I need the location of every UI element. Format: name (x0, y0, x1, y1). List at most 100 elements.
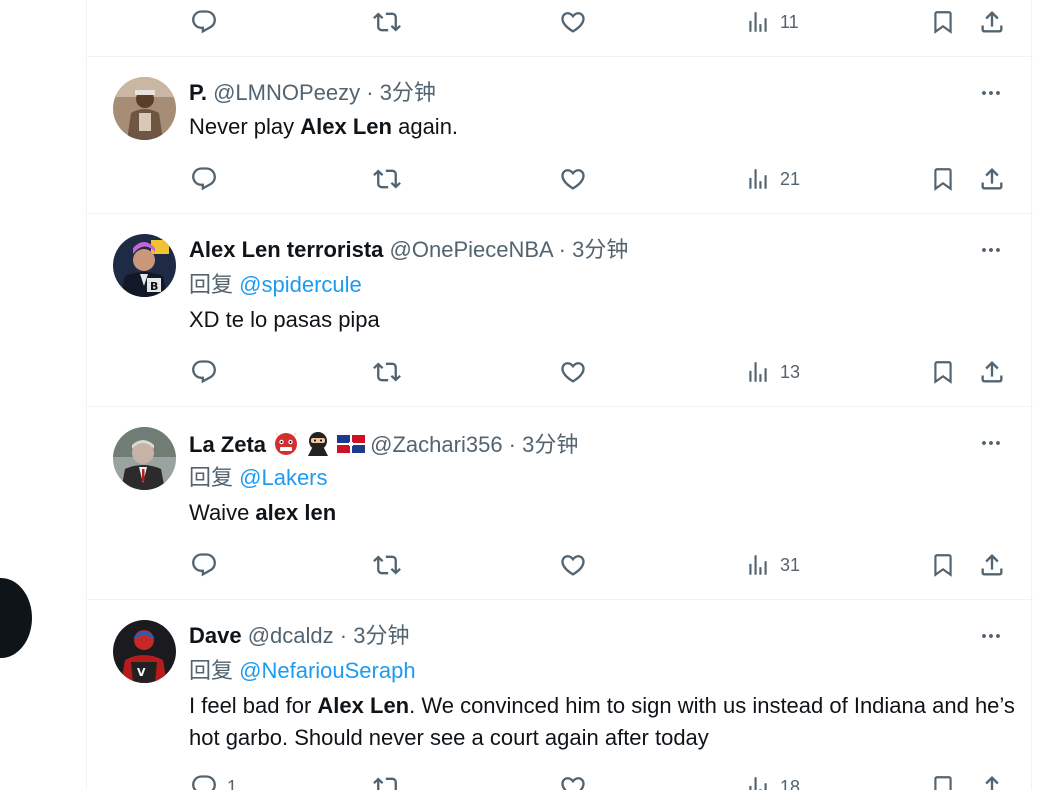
avatar[interactable]: V (113, 620, 176, 683)
tweet-header: La Zeta @Zachari356 · 3分钟 (189, 430, 578, 458)
reply-icon (190, 551, 218, 579)
more-dots-icon[interactable] (979, 431, 1003, 455)
text-bold: Alex Len (300, 114, 392, 139)
user-handle[interactable]: @Zachari356 (370, 432, 502, 457)
reply-to-handle[interactable]: @NefariouSeraph (239, 658, 415, 683)
tweet-time[interactable]: 3分钟 (572, 237, 628, 262)
retweet-icon (373, 165, 401, 193)
svg-text:V: V (137, 666, 146, 679)
share-button[interactable] (978, 772, 1006, 790)
user-handle[interactable]: @OnePieceNBA (390, 237, 553, 262)
tweet-text: I feel bad for Alex Len. We convinced hi… (189, 690, 1019, 754)
user-handle[interactable]: @LMNOPeezy (213, 80, 360, 105)
share-icon (978, 358, 1006, 386)
display-name[interactable]: Alex Len terrorista (189, 237, 383, 262)
share-button[interactable] (978, 7, 1006, 37)
bookmark-icon (930, 359, 956, 385)
views-chart-icon (745, 359, 771, 385)
views-chart-icon (745, 166, 771, 192)
views-count: 18 (780, 776, 801, 790)
views-button[interactable]: 31 (745, 550, 800, 580)
display-name[interactable]: Dave (189, 623, 242, 648)
bookmark-icon (930, 552, 956, 578)
reply-icon (190, 165, 218, 193)
reply-button[interactable]: 1 (190, 772, 237, 790)
like-button[interactable] (559, 7, 587, 37)
text-part: again. (391, 114, 459, 139)
more-dots-icon[interactable] (979, 238, 1003, 262)
tweet-text: XD te lo pasas pipa (189, 307, 380, 332)
tweet-4[interactable]: V Dave @dcaldz · 3分钟 回复 @NefariouSeraph … (87, 600, 1033, 790)
tweet-header: P. @LMNOPeezy · 3分钟 (189, 80, 436, 106)
bookmark-button[interactable] (930, 164, 956, 194)
reply-button[interactable] (190, 357, 218, 387)
reply-icon (190, 358, 218, 386)
retweet-icon (373, 551, 401, 579)
heart-icon (559, 358, 587, 386)
tweet-actions: 11 (87, 7, 1033, 37)
tweet-2[interactable]: B Alex Len terrorista @OnePieceNBA · 3分钟… (87, 214, 1033, 407)
tweet-time[interactable]: 3分钟 (380, 80, 436, 105)
share-button[interactable] (978, 164, 1006, 194)
tweet-1[interactable]: P. @LMNOPeezy · 3分钟 Never play Alex Len … (87, 57, 1033, 214)
retweet-button[interactable] (373, 357, 401, 387)
tweet-time[interactable]: 3分钟 (522, 432, 578, 457)
bookmark-icon (930, 774, 956, 790)
like-button[interactable] (559, 164, 587, 194)
more-dots-icon[interactable] (979, 81, 1003, 105)
views-button[interactable]: 11 (745, 7, 799, 37)
views-button[interactable]: 18 (745, 772, 800, 790)
like-button[interactable] (559, 550, 587, 580)
like-button[interactable] (559, 357, 587, 387)
tweet-time[interactable]: 3分钟 (353, 623, 409, 648)
reply-to-handle[interactable]: @Lakers (239, 465, 327, 490)
heart-icon (559, 165, 587, 193)
tweet-actions: 13 (87, 357, 1033, 387)
retweet-button[interactable] (373, 550, 401, 580)
reply-prefix: 回复 (189, 658, 234, 683)
reply-prefix: 回复 (189, 465, 234, 490)
bookmark-icon (930, 166, 956, 192)
display-name[interactable]: P. (189, 80, 207, 105)
retweet-icon (373, 773, 401, 790)
retweet-button[interactable] (373, 164, 401, 194)
ninja-emoji-icon (308, 432, 329, 456)
separator: · (552, 237, 573, 262)
tweet-actions: 21 (87, 164, 1033, 194)
views-button[interactable]: 21 (745, 164, 800, 194)
share-button[interactable] (978, 357, 1006, 387)
reply-button[interactable] (190, 7, 218, 37)
views-chart-icon (745, 552, 771, 578)
reply-prefix: 回复 (189, 272, 234, 297)
avatar[interactable] (113, 77, 176, 140)
reply-to-handle[interactable]: @spidercule (239, 272, 362, 297)
tweet-0[interactable]: 11 (87, 0, 1033, 57)
views-count: 21 (780, 168, 801, 189)
retweet-button[interactable] (373, 7, 401, 37)
like-button[interactable] (559, 772, 587, 790)
tweet-text: Never play Alex Len again. (189, 111, 1019, 143)
text-part: Never play (189, 114, 301, 139)
reply-button[interactable] (190, 164, 218, 194)
bookmark-button[interactable] (930, 772, 956, 790)
heart-icon (559, 551, 587, 579)
avatar[interactable] (113, 427, 176, 490)
bookmark-button[interactable] (930, 357, 956, 387)
timeline-feed: 11 P. @LMNOPeezy · 3分钟 Never play Alex L… (86, 0, 1033, 790)
retweet-button[interactable] (373, 772, 401, 790)
tweet-3[interactable]: La Zeta @Zachari356 · 3分钟 回复 @Lakers Wai… (87, 407, 1033, 600)
bookmark-button[interactable] (930, 550, 956, 580)
views-chart-icon (745, 9, 771, 35)
reply-button[interactable] (190, 550, 218, 580)
avatar[interactable]: B (113, 234, 176, 297)
retweet-icon (373, 8, 401, 36)
bookmark-button[interactable] (930, 7, 956, 37)
views-button[interactable]: 13 (745, 357, 800, 387)
views-count: 31 (780, 554, 801, 575)
share-button[interactable] (978, 550, 1006, 580)
more-dots-icon[interactable] (979, 624, 1003, 648)
views-chart-icon (745, 774, 771, 790)
display-name[interactable]: La Zeta (189, 432, 266, 457)
user-handle[interactable]: @dcaldz (248, 623, 334, 648)
views-count: 11 (780, 11, 799, 32)
